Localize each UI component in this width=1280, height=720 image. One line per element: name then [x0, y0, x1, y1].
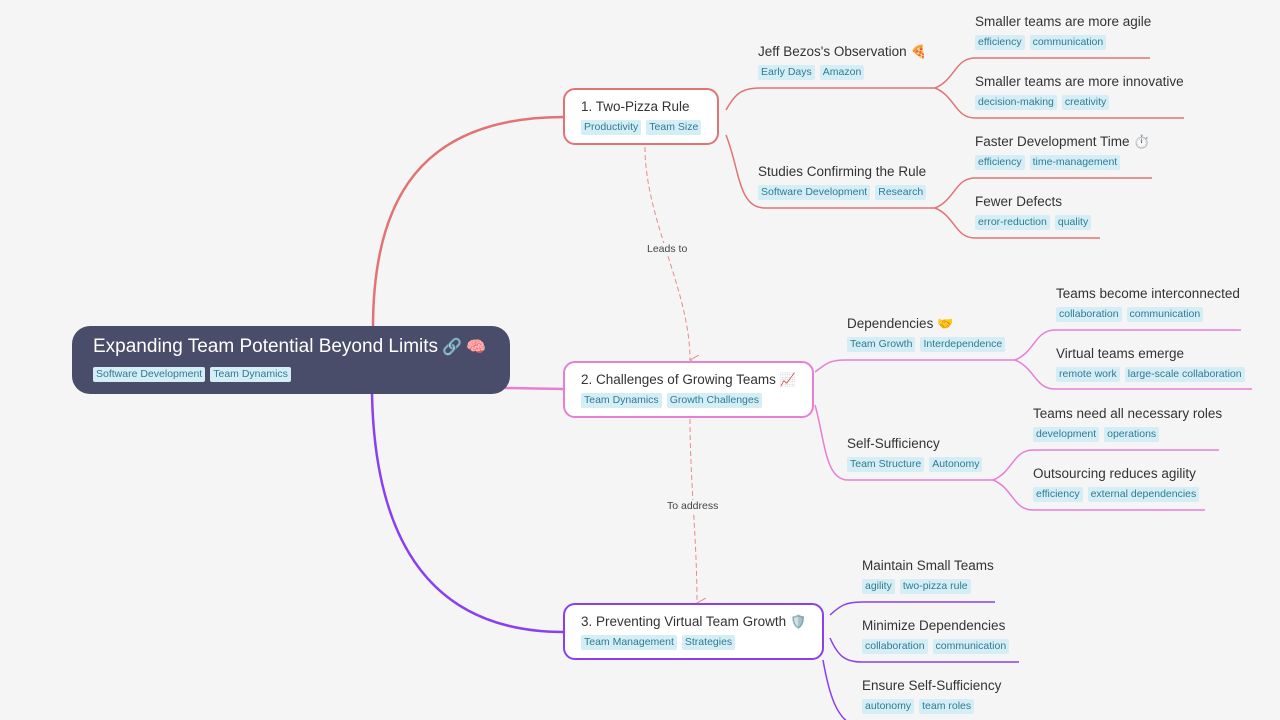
tag[interactable]: error-reduction: [975, 215, 1050, 230]
tag[interactable]: Software Development: [758, 185, 871, 200]
topic-maintain-small-teams[interactable]: Maintain Small Teams agility two-pizza r…: [862, 557, 994, 594]
tag[interactable]: agility: [862, 579, 895, 594]
tag[interactable]: collaboration: [1056, 307, 1122, 322]
topic-title: 3. Preventing Virtual Team Growth 🛡️: [581, 613, 806, 631]
topic-title: 1. Two-Pizza Rule: [581, 99, 690, 114]
tag[interactable]: Interdependence: [920, 337, 1006, 352]
branch-challenges-growing-teams[interactable]: 2. Challenges of Growing Teams 📈 Team Dyn…: [563, 361, 815, 418]
topic-title: Maintain Small Teams: [862, 558, 994, 573]
topic-title: Virtual teams emerge: [1056, 346, 1185, 361]
tag[interactable]: remote work: [1056, 367, 1120, 382]
topic-self-sufficiency[interactable]: Self-Sufficiency Team Structure Autonomy: [847, 435, 983, 472]
topic-teams-interconnected[interactable]: Teams become interconnected collaboratio…: [1056, 285, 1240, 322]
tag[interactable]: Autonomy: [929, 457, 983, 472]
topic-title: Faster Development Time ⏱️: [975, 133, 1150, 151]
topic-title: Studies Confirming the Rule: [758, 164, 927, 179]
connector-root-branch-1: [371, 115, 565, 329]
tag[interactable]: communication: [1126, 307, 1204, 322]
stopwatch-icon: ⏱️: [1133, 134, 1150, 149]
tag[interactable]: Team Dynamics: [581, 393, 662, 408]
topic-title: Ensure Self-Sufficiency: [862, 678, 1002, 693]
tag[interactable]: Team Dynamics: [210, 367, 291, 382]
tag[interactable]: large-scale collaboration: [1124, 367, 1245, 382]
shield-icon: 🛡️: [790, 614, 807, 629]
topic-virtual-teams-emerge[interactable]: Virtual teams emerge remote work large-s…: [1056, 345, 1245, 382]
connector-b3-c3: [822, 659, 847, 720]
tag[interactable]: autonomy: [862, 699, 915, 714]
topic-teams-need-roles[interactable]: Teams need all necessary roles developme…: [1033, 405, 1222, 442]
root-title: Expanding Team Potential Beyond Limits 🔗 …: [93, 335, 489, 360]
tag[interactable]: decision-making: [975, 95, 1057, 110]
tag[interactable]: Software Development: [93, 367, 206, 382]
connector-b3-c1: [829, 601, 995, 616]
tag[interactable]: quality: [1054, 215, 1092, 230]
topic-title: Outsourcing reduces agility: [1033, 466, 1196, 481]
topic-jeff-bezos-observation[interactable]: Jeff Bezos's Observation 🍕 Early Days Ama…: [758, 43, 927, 80]
tag[interactable]: Team Size: [646, 120, 702, 135]
topic-studies-confirming-rule[interactable]: Studies Confirming the Rule Software Dev…: [758, 163, 927, 200]
connector-root-branch-3: [370, 393, 565, 634]
tag[interactable]: Growth Challenges: [666, 393, 762, 408]
topic-title-text: 2. Challenges of Growing Teams: [581, 372, 776, 387]
tag[interactable]: Strategies: [681, 635, 736, 650]
topic-title: Teams need all necessary roles: [1033, 406, 1223, 421]
tag[interactable]: efficiency: [975, 155, 1025, 170]
tag[interactable]: time-management: [1029, 155, 1121, 170]
tag[interactable]: Team Structure: [847, 457, 925, 472]
connector-b2-c1: [814, 359, 1015, 373]
topic-title: Smaller teams are more innovative: [975, 74, 1184, 89]
topic-title: Teams become interconnected: [1056, 286, 1240, 301]
topic-fewer-defects[interactable]: Fewer Defects error-reduction quality: [975, 193, 1092, 230]
tag[interactable]: Research: [875, 185, 927, 200]
tag[interactable]: communication: [1029, 35, 1107, 50]
chart-increasing-icon: 📈: [779, 372, 797, 387]
topic-dependencies[interactable]: Dependencies 🤝 Team Growth Interdependenc…: [847, 315, 1006, 352]
topic-title: Smaller teams are more agile: [975, 14, 1152, 29]
topic-title-text: Faster Development Time: [975, 134, 1130, 149]
topic-title: Fewer Defects: [975, 194, 1063, 209]
tag[interactable]: external dependencies: [1087, 487, 1200, 502]
relation-label-leads-to[interactable]: Leads to: [646, 243, 689, 255]
topic-smaller-teams-innovative[interactable]: Smaller teams are more innovative decisi…: [975, 73, 1184, 110]
tag[interactable]: Team Management: [581, 635, 677, 650]
topic-title: Dependencies 🤝: [847, 315, 1005, 333]
root-topic[interactable]: Expanding Team Potential Beyond Limits 🔗 …: [72, 326, 510, 394]
topic-title-text: Dependencies: [847, 316, 934, 331]
topic-ensure-self-sufficiency[interactable]: Ensure Self-Sufficiency autonomy team ro…: [862, 677, 1001, 714]
tag[interactable]: Amazon: [819, 65, 865, 80]
topic-minimize-dependencies[interactable]: Minimize Dependencies collaboration comm…: [862, 617, 1010, 654]
topic-title: 2. Challenges of Growing Teams 📈: [581, 371, 796, 389]
connector-root-branch-2: [504, 386, 565, 391]
tag[interactable]: creativity: [1061, 95, 1110, 110]
connector-b1-c1: [725, 87, 935, 111]
topic-outsourcing-reduces-agility[interactable]: Outsourcing reduces agility efficiency e…: [1033, 465, 1200, 502]
pizza-icon: 🍕: [910, 44, 927, 59]
tag[interactable]: two-pizza rule: [899, 579, 971, 594]
root-title-text: Expanding Team Potential Beyond Limits: [93, 336, 439, 357]
topic-title-text: 3. Preventing Virtual Team Growth: [581, 614, 787, 629]
tag[interactable]: efficiency: [975, 35, 1025, 50]
tag[interactable]: operations: [1104, 427, 1160, 442]
topic-title: Minimize Dependencies: [862, 618, 1006, 633]
tag[interactable]: collaboration: [862, 639, 928, 654]
link-brain-icons: 🔗 🧠: [442, 339, 487, 356]
tag[interactable]: development: [1033, 427, 1100, 442]
topic-smaller-teams-agile[interactable]: Smaller teams are more agile efficiency …: [975, 13, 1151, 50]
tag[interactable]: team roles: [919, 699, 975, 714]
topic-faster-development-time[interactable]: Faster Development Time ⏱️ efficiency tim…: [975, 133, 1150, 170]
tag[interactable]: Productivity: [581, 120, 642, 135]
tag[interactable]: Team Growth: [847, 337, 916, 352]
topic-title: Jeff Bezos's Observation 🍕: [758, 43, 927, 61]
relation-label-to-address[interactable]: To address: [666, 500, 720, 512]
tag[interactable]: efficiency: [1033, 487, 1083, 502]
topic-title: Self-Sufficiency: [847, 436, 940, 451]
topic-title-text: Jeff Bezos's Observation: [758, 44, 907, 59]
tag[interactable]: communication: [932, 639, 1010, 654]
branch-two-pizza-rule[interactable]: 1. Two-Pizza Rule Productivity Team Size: [563, 88, 720, 145]
branch-preventing-virtual-team-growth[interactable]: 3. Preventing Virtual Team Growth 🛡️ Team…: [563, 603, 825, 660]
tag[interactable]: Early Days: [758, 65, 815, 80]
handshake-icon: 🤝: [937, 316, 954, 331]
